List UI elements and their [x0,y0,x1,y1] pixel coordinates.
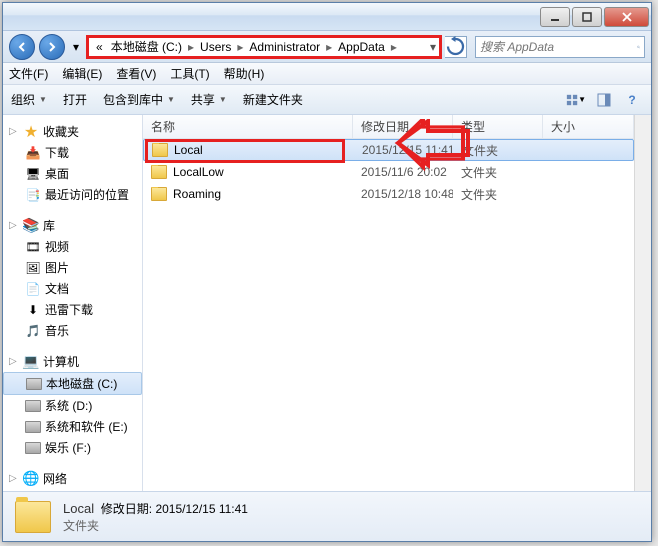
menu-help[interactable]: 帮助(H) [224,65,265,82]
sidebar-item-drive-e[interactable]: 系统和软件 (E:) [3,416,142,437]
toolbar-organize[interactable]: 组织▼ [11,91,47,108]
file-rows: Local 2015/12/15 11:41 文件夹 LocalLow 2015… [143,139,634,491]
explorer-window: ▾ « 本地磁盘 (C:)▸ Users▸ Administrator▸ App… [2,2,652,542]
drive-icon [25,421,41,433]
folder-icon [152,143,168,157]
file-row-roaming[interactable]: Roaming 2015/12/18 10:48 文件夹 [143,183,634,205]
sidebar-network[interactable]: ▷🌐网络 [3,468,142,489]
search-icon [637,40,640,54]
details-date: 2015/12/15 11:41 [155,502,248,516]
toolbar-share[interactable]: 共享▼ [191,91,227,108]
drive-icon [26,378,42,390]
refresh-button[interactable] [445,36,467,58]
column-name[interactable]: 名称 [143,115,353,138]
chevron-right-icon: ▸ [186,40,196,54]
network-icon: 🌐 [23,471,39,487]
navbar: ▾ « 本地磁盘 (C:)▸ Users▸ Administrator▸ App… [3,31,651,63]
breadcrumb-drive[interactable]: 本地磁盘 (C:) [107,37,186,57]
toolbar-open[interactable]: 打开 [63,91,87,108]
sidebar-item-drive-f[interactable]: 娱乐 (F:) [3,437,142,458]
music-icon: 🎵 [25,323,41,339]
toolbar-preview-pane[interactable] [593,89,615,111]
breadcrumb-admin[interactable]: Administrator [245,37,324,57]
folder-icon [151,165,167,179]
drive-icon [25,442,41,454]
column-type[interactable]: 类型 [453,115,543,138]
file-row-local[interactable]: Local 2015/12/15 11:41 文件夹 [143,139,634,161]
download-icon: 📥 [25,145,41,161]
star-icon: ★ [23,124,39,140]
computer-icon: 💻 [23,354,39,370]
details-type: 文件夹 [63,517,248,534]
file-row-locallow[interactable]: LocalLow 2015/11/6 20:02 文件夹 [143,161,634,183]
back-button[interactable] [9,34,35,60]
search-input[interactable] [480,40,637,54]
picture-icon: 🖼 [25,260,41,276]
address-bar[interactable]: « 本地磁盘 (C:)▸ Users▸ Administrator▸ AppDa… [87,36,441,58]
sidebar-item-pictures[interactable]: 🖼图片 [3,257,142,278]
sidebar-item-desktop[interactable]: 🖥桌面 [3,163,142,184]
video-icon: 🎞 [25,239,41,255]
column-size[interactable]: 大小 [543,115,634,138]
sidebar-item-drive-c[interactable]: 本地磁盘 (C:) [3,372,142,395]
library-icon: 📚 [23,218,39,234]
vertical-scrollbar[interactable] [634,115,651,491]
sidebar-libraries[interactable]: ▷📚库 [3,215,142,236]
toolbar: 组织▼ 打开 包含到库中▼ 共享▼ 新建文件夹 ▼ ? [3,85,651,115]
menu-tools[interactable]: 工具(T) [170,65,209,82]
sidebar-favorites[interactable]: ▷★收藏夹 [3,121,142,142]
sidebar-item-recent[interactable]: 📑最近访问的位置 [3,184,142,205]
details-pane: Local 修改日期: 2015/12/15 11:41 文件夹 [3,491,651,541]
sidebar-item-downloads[interactable]: 📥下载 [3,142,142,163]
close-button[interactable] [604,7,649,27]
chevron-right-icon: ▸ [389,40,399,54]
nav-history-dropdown[interactable]: ▾ [69,38,83,56]
titlebar [3,3,651,31]
chevron-right-icon: ▸ [235,40,245,54]
column-date[interactable]: 修改日期 [353,115,453,138]
sidebar-item-drive-d[interactable]: 系统 (D:) [3,395,142,416]
menu-file[interactable]: 文件(F) [9,65,48,82]
sidebar-item-xunlei[interactable]: ⬇迅雷下载 [3,299,142,320]
drive-icon [25,400,41,412]
details-name: Local [63,501,94,516]
sidebar-computer[interactable]: ▷💻计算机 [3,351,142,372]
desktop-icon: 🖥 [25,166,41,182]
toolbar-view-mode[interactable]: ▼ [565,89,587,111]
sidebar-item-videos[interactable]: 🎞视频 [3,236,142,257]
folder-icon [151,187,167,201]
details-date-label: 修改日期: [101,502,152,516]
download-icon: ⬇ [25,302,41,318]
folder-icon [15,501,51,533]
sidebar-item-documents[interactable]: 📄文档 [3,278,142,299]
body: ▷★收藏夹 📥下载 🖥桌面 📑最近访问的位置 ▷📚库 🎞视频 🖼图片 📄文档 ⬇… [3,115,651,491]
maximize-button[interactable] [572,7,602,27]
breadcrumb-overflow[interactable]: « [92,37,107,57]
sidebar: ▷★收藏夹 📥下载 🖥桌面 📑最近访问的位置 ▷📚库 🎞视频 🖼图片 📄文档 ⬇… [3,115,143,491]
minimize-button[interactable] [540,7,570,27]
forward-button[interactable] [39,34,65,60]
menu-view[interactable]: 查看(V) [116,65,156,82]
file-list: 名称 修改日期 类型 大小 Local 2015/12/15 11:41 文件夹… [143,115,634,491]
breadcrumb-appdata[interactable]: AppData [334,37,389,57]
column-headers: 名称 修改日期 类型 大小 [143,115,634,139]
recent-icon: 📑 [25,187,41,203]
toolbar-newfolder[interactable]: 新建文件夹 [243,91,303,108]
menu-edit[interactable]: 编辑(E) [62,65,102,82]
breadcrumb-users[interactable]: Users [196,37,235,57]
search-box[interactable] [475,36,645,58]
toolbar-help-icon[interactable]: ? [621,89,643,111]
menubar: 文件(F) 编辑(E) 查看(V) 工具(T) 帮助(H) [3,63,651,85]
chevron-right-icon: ▸ [324,40,334,54]
sidebar-item-music[interactable]: 🎵音乐 [3,320,142,341]
document-icon: 📄 [25,281,41,297]
toolbar-include[interactable]: 包含到库中▼ [103,91,175,108]
address-dropdown-icon[interactable]: ▾ [430,40,436,54]
